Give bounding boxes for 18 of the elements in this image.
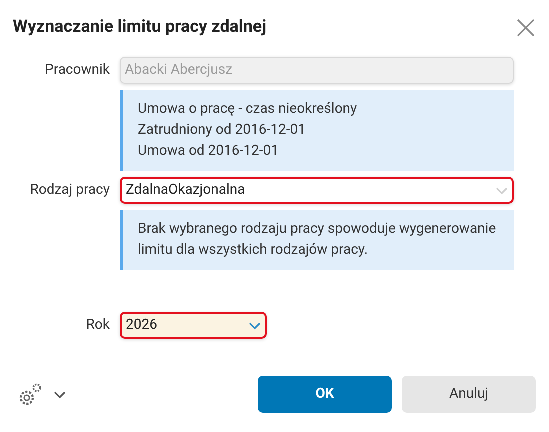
info-text: Umowa od 2016-12-01 xyxy=(138,142,280,161)
dialog-title: Wyznaczanie limitu pracy zdalnej xyxy=(13,16,267,40)
chevron-down-icon xyxy=(249,322,261,330)
gears-icon xyxy=(18,382,44,408)
chevron-down-icon xyxy=(496,186,508,194)
ok-button[interactable]: OK xyxy=(258,376,392,413)
chevron-down-icon xyxy=(54,390,66,398)
field-label: Rodzaj pracy xyxy=(29,181,111,200)
dropdown-field[interactable]: 2026 xyxy=(120,312,267,339)
info-text: Zatrudniony od 2016-12-01 xyxy=(138,121,307,140)
dropdown-field[interactable]: ZdalnaOkazjonalna xyxy=(120,177,514,204)
field-label: Pracownik xyxy=(44,61,111,80)
settings-menu-button[interactable] xyxy=(18,382,66,408)
info-text: Brak wybranego rodzaju pracy spowoduje wygenerowanie limitu dla wszystkich rodzajów pracy. xyxy=(138,220,498,260)
field-label: Rok xyxy=(85,316,111,335)
cancel-button[interactable]: Anuluj xyxy=(402,376,536,413)
close-icon[interactable] xyxy=(517,19,535,37)
info-text: Umowa o pracę - czas nieokreślony xyxy=(138,100,358,119)
